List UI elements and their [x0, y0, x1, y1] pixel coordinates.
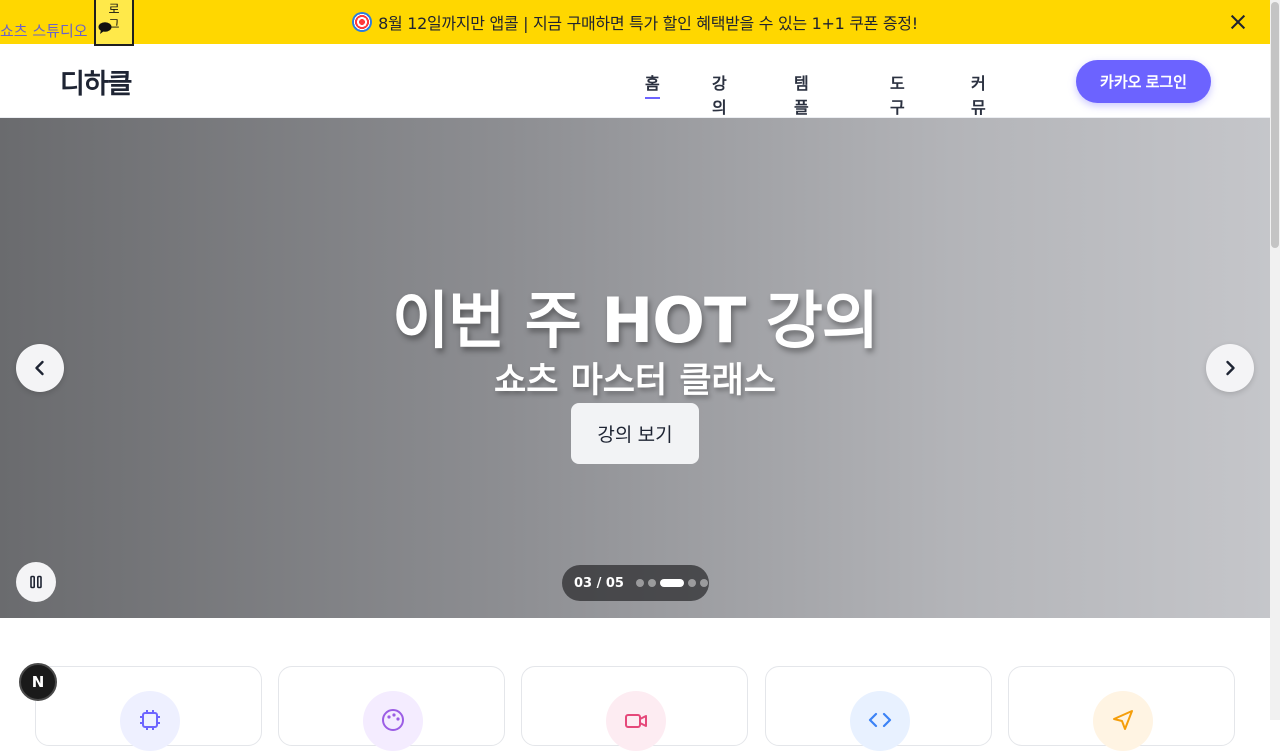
- category-card[interactable]: [521, 666, 748, 751]
- category-card[interactable]: [278, 666, 505, 751]
- slide-dot-1[interactable]: [635, 579, 644, 587]
- hero-title: 이번 주 HOT 강의: [392, 284, 879, 357]
- carousel-pause-button[interactable]: [16, 562, 56, 602]
- dev-tools-badge[interactable]: N: [19, 663, 57, 701]
- palette-icon: [363, 691, 423, 751]
- carousel-next-button[interactable]: [1206, 344, 1254, 392]
- category-card[interactable]: [1008, 666, 1235, 751]
- video-icon: [606, 691, 666, 751]
- slide-dot-3[interactable]: [659, 579, 684, 587]
- nav-item-courses[interactable]: 강의: [712, 70, 727, 118]
- speech-bubble-icon: [98, 22, 112, 38]
- kakao-login-button[interactable]: 카카오 로그인: [1076, 60, 1211, 103]
- target-dart-icon: [352, 12, 373, 32]
- send-icon: [1093, 691, 1153, 751]
- chevron-left-icon: [35, 360, 44, 376]
- nav-item-tools[interactable]: 도구: [890, 70, 905, 118]
- category-card[interactable]: [765, 666, 992, 751]
- view-course-button[interactable]: 강의 보기: [571, 403, 699, 464]
- slide-dot-2[interactable]: [647, 579, 656, 587]
- carousel-prev-button[interactable]: [16, 344, 64, 392]
- scrollbar-thumb[interactable]: [1271, 2, 1279, 248]
- chevron-right-icon: [1226, 360, 1235, 376]
- slide-counter: 03 / 05: [574, 575, 624, 591]
- category-card[interactable]: [35, 666, 262, 751]
- promo-banner: 8월 12일까지만 앱콜 | 지금 구매하면 특가 할인 혜택받을 수 있는 1…: [0, 0, 1270, 44]
- close-icon[interactable]: [1228, 12, 1248, 32]
- promo-banner-text: 8월 12일까지만 앱콜 | 지금 구매하면 특가 할인 혜택받을 수 있는 1…: [352, 10, 918, 34]
- hero-carousel: 이번 주 HOT 강의 쇼츠 마스터 클래스 강의 보기 03 / 05: [0, 118, 1270, 618]
- nav-item-home[interactable]: 홈: [645, 70, 660, 99]
- slide-dot-5[interactable]: [699, 579, 708, 587]
- slide-dot-4[interactable]: [687, 579, 696, 587]
- pause-icon: [30, 575, 42, 589]
- page-scrollbar[interactable]: [1270, 0, 1280, 720]
- site-header: 디하클 홈 강의 템플릿 도구 커뮤니티 카카오 로그인: [0, 44, 1270, 165]
- code-icon: [850, 691, 910, 751]
- carousel-pager: 03 / 05: [562, 565, 709, 601]
- floating-login-widget[interactable]: 로그: [94, 0, 134, 46]
- hero-subtitle: 쇼츠 마스터 클래스: [494, 361, 776, 401]
- chip-icon: [120, 691, 180, 751]
- site-logo[interactable]: 디하클: [60, 62, 133, 101]
- shorts-studio-link[interactable]: 쇼츠 스튜디오: [0, 20, 88, 41]
